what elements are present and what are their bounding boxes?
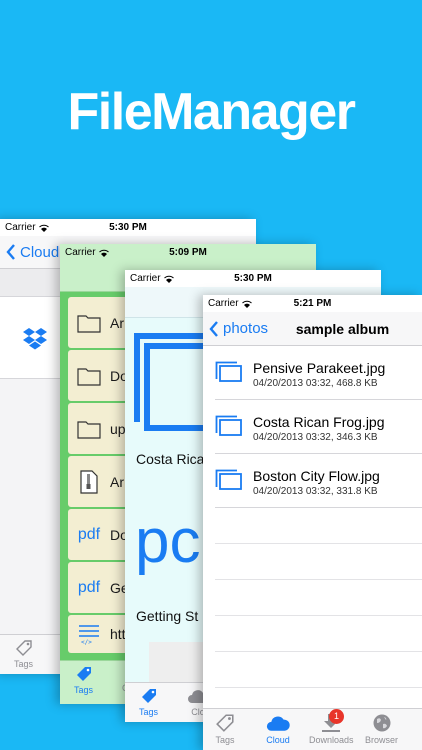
page-title: sample album bbox=[295, 321, 390, 337]
preview-big-text: pc bbox=[135, 507, 201, 576]
preview-caption: Costa Rica bbox=[136, 451, 205, 467]
tab-tags[interactable]: Tags bbox=[14, 639, 33, 669]
tab-bar: Tags Cloud 1 Downloads Browser bbox=[203, 708, 422, 750]
list-item[interactable]: Boston City Flow.jpg 04/20/2013 03:32, 3… bbox=[215, 454, 422, 508]
back-button[interactable]: Cloud bbox=[20, 244, 59, 261]
nav-bar: photos sample album bbox=[203, 312, 422, 346]
thumbnail bbox=[149, 642, 209, 682]
empty-row bbox=[215, 580, 422, 616]
wifi-icon bbox=[38, 224, 49, 232]
status-bar: Carrier 5:30 PM bbox=[0, 219, 256, 236]
chevron-left-icon[interactable] bbox=[6, 244, 16, 260]
downloads-badge: 1 bbox=[329, 709, 344, 724]
pdf-icon: pdf bbox=[77, 578, 101, 596]
empty-row bbox=[215, 616, 422, 652]
folder-icon bbox=[77, 420, 101, 439]
carrier-label: Carrier bbox=[5, 222, 36, 233]
photo-stack-icon bbox=[134, 333, 213, 431]
tab-tags[interactable]: Tags bbox=[139, 687, 158, 717]
list-item[interactable]: Costa Rican Frog.jpg 04/20/2013 03:32, 3… bbox=[215, 400, 422, 454]
photo-stack-icon bbox=[215, 469, 242, 490]
file-name: Pensive Parakeet.jpg bbox=[253, 360, 386, 376]
carrier-label: Carrier bbox=[208, 298, 239, 309]
wifi-icon bbox=[98, 249, 109, 257]
tab-tags[interactable]: Tags bbox=[74, 665, 93, 695]
tab-downloads[interactable]: 1 Downloads bbox=[309, 709, 354, 745]
photo-stack-icon bbox=[215, 415, 242, 436]
tab-tags[interactable]: Tags bbox=[215, 713, 235, 745]
globe-icon bbox=[373, 714, 390, 732]
folder-icon bbox=[77, 314, 101, 333]
file-name: Costa Rican Frog.jpg bbox=[253, 414, 385, 430]
wifi-icon bbox=[163, 275, 174, 283]
empty-row bbox=[215, 508, 422, 544]
cloud-icon bbox=[266, 716, 290, 731]
file-meta: 04/20/2013 03:32, 331.8 KB bbox=[253, 486, 378, 497]
status-bar: Carrier 5:30 PM bbox=[125, 270, 381, 287]
app-title: FileManager bbox=[67, 83, 356, 141]
screen-album: Carrier 5:21 PM photos sample album Pens… bbox=[203, 295, 422, 750]
svg-text:</>: </> bbox=[81, 639, 92, 645]
preview-caption-2: Getting St bbox=[136, 608, 199, 624]
tag-icon bbox=[216, 714, 234, 732]
dropbox-icon bbox=[23, 328, 47, 350]
tab-cloud[interactable]: Cloud bbox=[265, 713, 291, 745]
empty-row bbox=[215, 652, 422, 688]
carrier-label: Carrier bbox=[130, 273, 161, 284]
folder-icon bbox=[77, 367, 101, 386]
list-item[interactable]: Pensive Parakeet.jpg 04/20/2013 03:32, 4… bbox=[215, 346, 422, 400]
html-icon: </> bbox=[79, 625, 99, 645]
empty-row bbox=[215, 544, 422, 580]
tag-icon bbox=[76, 667, 91, 681]
tab-browser[interactable]: Browser bbox=[365, 713, 398, 745]
zip-icon bbox=[80, 469, 98, 494]
tag-icon bbox=[15, 640, 32, 656]
file-meta: 04/20/2013 03:32, 346.3 KB bbox=[253, 432, 378, 443]
file-meta: 04/20/2013 03:32, 468.8 KB bbox=[253, 378, 378, 389]
tag-icon bbox=[141, 689, 156, 703]
status-bar: Carrier 5:21 PM bbox=[203, 295, 422, 312]
status-bar: Carrier 5:09 PM bbox=[60, 244, 316, 261]
wifi-icon bbox=[241, 300, 252, 308]
carrier-label: Carrier bbox=[65, 247, 96, 258]
photo-stack-icon bbox=[215, 361, 242, 382]
pdf-icon: pdf bbox=[77, 525, 101, 543]
file-name: Boston City Flow.jpg bbox=[253, 468, 380, 484]
